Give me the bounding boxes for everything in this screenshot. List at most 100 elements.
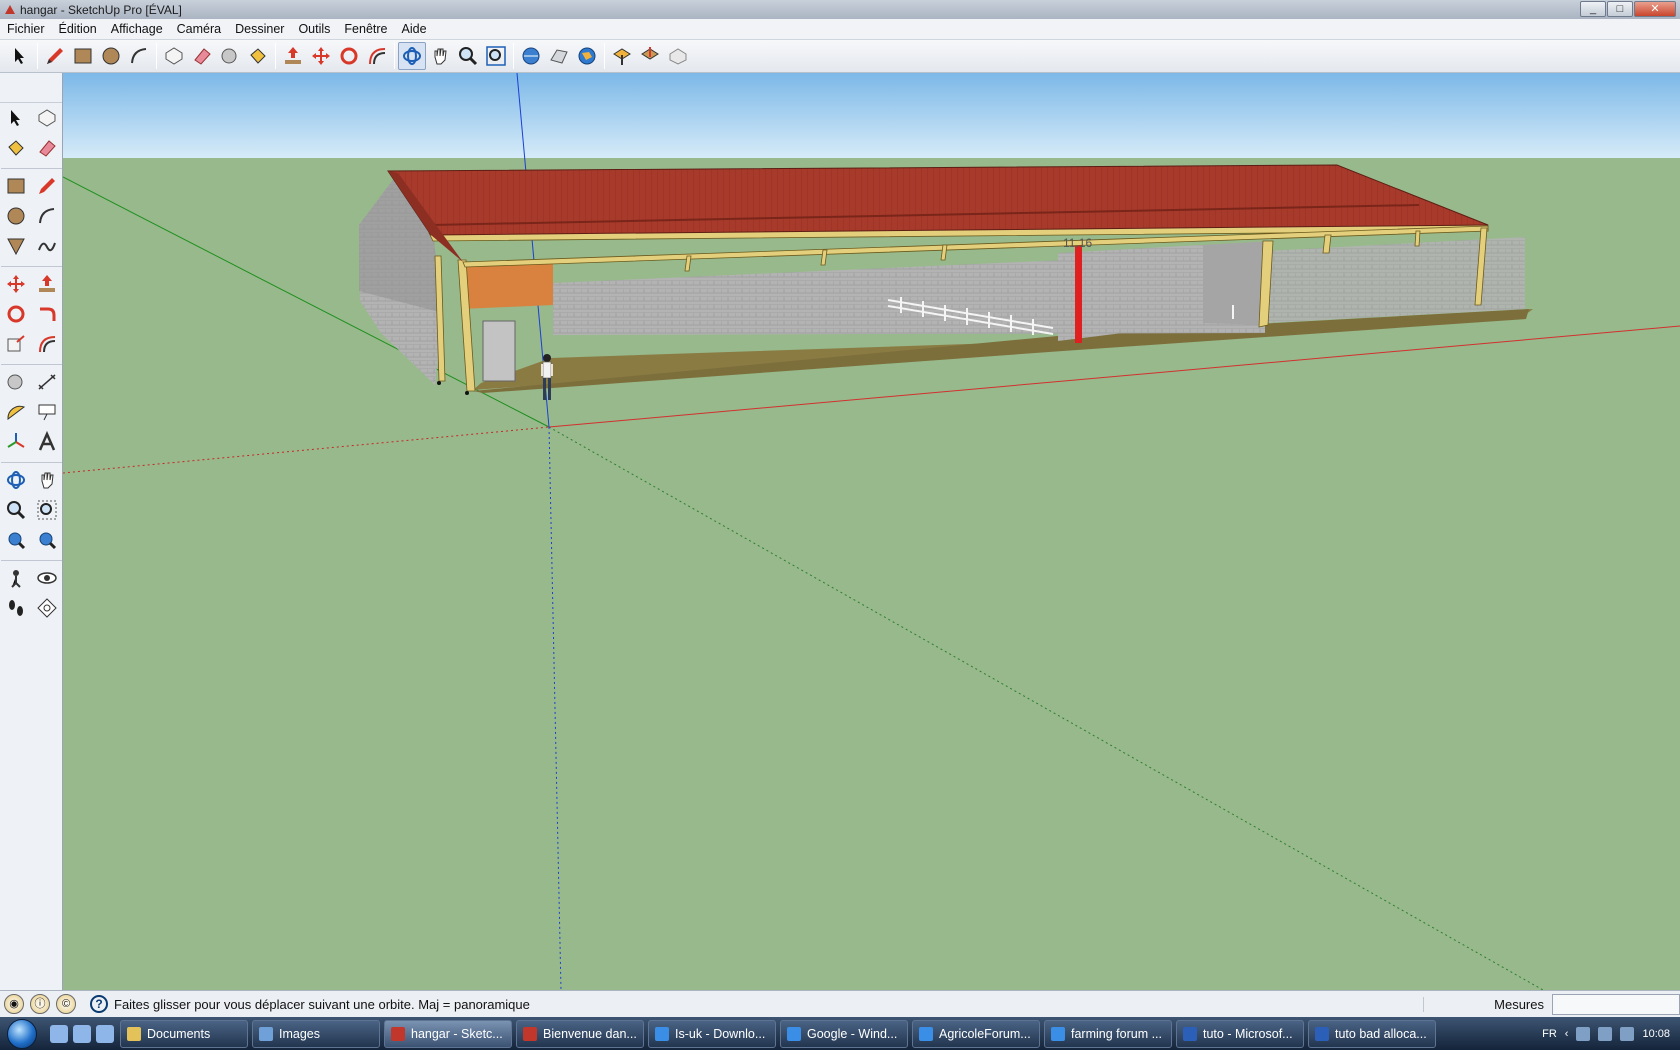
toggle-terrain-icon[interactable] [636,42,664,70]
measures-input[interactable] [1552,994,1680,1015]
menu-camera[interactable]: Caméra [170,22,228,36]
sky [63,73,1680,158]
roof[interactable] [387,164,1489,236]
menu-aide[interactable]: Aide [395,22,434,36]
move-icon[interactable] [1,269,31,299]
make-component-icon[interactable] [32,103,62,133]
next-view-icon[interactable] [32,525,62,555]
measures-label: Mesures [1423,997,1552,1012]
orbit-icon[interactable] [398,42,426,70]
zoom-icon[interactable] [454,42,482,70]
make-component-icon[interactable] [160,42,188,70]
menu-affichage[interactable]: Affichage [104,22,170,36]
zoom-icon[interactable] [1,495,31,525]
minimize-button[interactable]: _ [1580,1,1606,17]
orbit-icon[interactable] [1,465,31,495]
switch-windows-icon[interactable] [73,1024,91,1043]
pan-icon[interactable] [426,42,454,70]
task-sketchup[interactable]: hangar - Sketc... [384,1019,512,1048]
tape-measure-icon[interactable] [1,367,31,397]
menu-fenetre[interactable]: Fenêtre [337,22,394,36]
task-farming-forum[interactable]: farming forum ... [1044,1019,1172,1048]
paint-bucket-icon[interactable] [1,133,31,163]
section-plane-icon[interactable] [32,593,62,623]
maximize-button[interactable]: □ [1607,1,1633,17]
get-models-icon[interactable] [517,42,545,70]
geo-location-icon[interactable]: ◉ [4,994,24,1014]
eraser-icon[interactable] [188,42,216,70]
share-model-icon[interactable] [545,42,573,70]
polygon-icon[interactable] [1,231,31,261]
internet-explorer-icon[interactable] [96,1024,114,1043]
position-camera-icon[interactable] [1,563,31,593]
protractor-icon[interactable] [1,397,31,427]
rectangle-icon[interactable] [69,42,97,70]
select-icon[interactable] [6,42,34,70]
3d-text-icon[interactable] [32,427,62,457]
help-icon[interactable]: ? [90,995,108,1013]
volume-icon[interactable] [1620,1026,1635,1041]
rectangle-icon[interactable] [1,171,31,201]
line-icon[interactable] [32,171,62,201]
menu-edition[interactable]: Édition [52,22,104,36]
arc-icon[interactable] [32,201,62,231]
rotate-icon[interactable] [1,299,31,329]
dimension-icon[interactable] [32,367,62,397]
tray-expand-icon[interactable]: ‹ [1565,1028,1569,1040]
task-documents[interactable]: Documents [120,1019,248,1048]
word-icon [1183,1026,1197,1041]
tape-measure-icon[interactable] [216,42,244,70]
network-icon[interactable] [1598,1026,1613,1041]
rotate-icon[interactable] [335,42,363,70]
menu-dessiner[interactable]: Dessiner [228,22,291,36]
task-bienvenue[interactable]: Bienvenue dan... [516,1019,644,1048]
clock[interactable]: 10:08 [1642,1028,1670,1040]
menu-bar: Fichier Édition Affichage Caméra Dessine… [0,19,1680,40]
close-button[interactable]: ✕ [1634,1,1676,17]
task-tuto-word[interactable]: tuto - Microsof... [1176,1019,1304,1048]
task-google[interactable]: Google - Wind... [780,1019,908,1048]
eraser-icon[interactable] [32,133,62,163]
freehand-icon[interactable] [32,231,62,261]
look-around-icon[interactable] [32,563,62,593]
circle-icon[interactable] [1,201,31,231]
credits-icon[interactable]: ⓘ [30,994,50,1014]
task-images[interactable]: Images [252,1019,380,1048]
menu-fichier[interactable]: Fichier [0,22,52,36]
tray-app-icon[interactable] [1576,1026,1591,1041]
task-agricoleforum[interactable]: AgricoleForum... [912,1019,1040,1048]
get-current-view-icon[interactable] [608,42,636,70]
offset-icon[interactable] [32,329,62,359]
select-icon[interactable] [1,103,31,133]
task-tuto-bad[interactable]: tuto bad alloca... [1308,1019,1436,1048]
zoom-extents-icon[interactable] [482,42,510,70]
previous-view-icon[interactable] [1,525,31,555]
move-icon[interactable] [307,42,335,70]
internet-explorer-icon [1051,1026,1065,1041]
sketchup-icon [391,1026,405,1041]
axes-icon[interactable] [1,427,31,457]
menu-outils[interactable]: Outils [291,22,337,36]
place-model-icon[interactable] [664,42,692,70]
push-pull-icon[interactable] [32,269,62,299]
pan-icon[interactable] [32,465,62,495]
walk-icon[interactable] [1,593,31,623]
pencil-icon[interactable] [41,42,69,70]
zoom-window-icon[interactable] [32,495,62,525]
offset-icon[interactable] [363,42,391,70]
google-earth-icon[interactable] [573,42,601,70]
paint-bucket-icon[interactable] [244,42,272,70]
circle-icon[interactable] [97,42,125,70]
text-icon[interactable] [32,397,62,427]
user-icon[interactable]: © [56,994,76,1014]
task-is-uk[interactable]: Is-uk - Downlo... [648,1019,776,1048]
model-viewport[interactable]: 11,16 [63,73,1680,990]
palette-grip[interactable] [0,73,62,103]
follow-me-icon[interactable] [32,299,62,329]
language-indicator[interactable]: FR [1542,1028,1557,1040]
show-desktop-icon[interactable] [50,1024,68,1043]
scale-icon[interactable] [1,329,31,359]
push-pull-icon[interactable] [279,42,307,70]
arc-icon[interactable] [125,42,153,70]
start-button[interactable] [0,1017,44,1050]
